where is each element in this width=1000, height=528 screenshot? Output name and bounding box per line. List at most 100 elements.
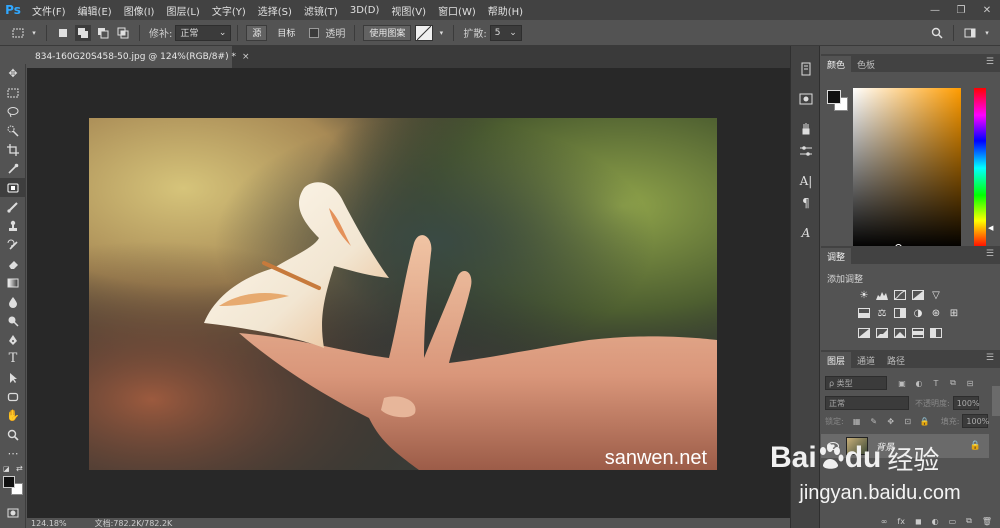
exposure-icon[interactable]	[909, 288, 927, 302]
swap-colors-icon[interactable]: ⇄	[16, 464, 23, 473]
paragraph-panel-icon[interactable]: ¶	[791, 192, 821, 214]
glyphs-panel-icon[interactable]: A	[791, 222, 821, 244]
menu-image[interactable]: 图像(I)	[118, 3, 161, 18]
hand-tool-icon[interactable]: ✋	[0, 406, 26, 425]
photo-filter-icon[interactable]: ◑	[909, 306, 927, 320]
tab-adjustments[interactable]: 调整	[821, 248, 852, 264]
blur-tool-icon[interactable]	[0, 292, 26, 311]
hue-slider[interactable]	[974, 88, 986, 248]
source-button[interactable]: 源	[246, 24, 268, 41]
patch-tool-preset-icon[interactable]	[10, 25, 26, 41]
brush-panel-icon[interactable]	[791, 118, 821, 140]
menu-help[interactable]: 帮助(H)	[482, 3, 529, 18]
panel-menu-icon[interactable]: ☰	[986, 57, 994, 67]
eyedropper-tool-icon[interactable]	[0, 159, 26, 178]
fill-input[interactable]: 100%	[962, 414, 989, 428]
zoom-level[interactable]: 124.18%	[31, 519, 67, 528]
menu-edit[interactable]: 编辑(E)	[72, 3, 118, 18]
tab-paths[interactable]: 路径	[881, 352, 911, 368]
levels-icon[interactable]	[873, 288, 891, 302]
tab-channels[interactable]: 通道	[851, 352, 881, 368]
lasso-tool-icon[interactable]	[0, 102, 26, 121]
close-icon[interactable]: ×	[242, 52, 250, 62]
color-lookup-icon[interactable]: ⊞	[945, 306, 963, 320]
posterize-icon[interactable]	[873, 326, 891, 340]
vibrance-icon[interactable]: ▽	[927, 288, 945, 302]
tab-color[interactable]: 颜色	[821, 56, 852, 72]
channel-mixer-icon[interactable]: ⊛	[927, 306, 945, 320]
move-tool-icon[interactable]: ✥	[0, 64, 26, 83]
eraser-tool-icon[interactable]	[0, 254, 26, 273]
minimize-button[interactable]: —	[922, 0, 948, 20]
add-mask-icon[interactable]: ◼	[915, 517, 922, 526]
layers-scrollbar[interactable]	[992, 386, 1000, 416]
more-tools-icon[interactable]: ⋯	[0, 444, 26, 463]
lock-position-icon[interactable]: ✥	[884, 415, 898, 427]
canvas-area[interactable]: sanwen.net	[27, 68, 790, 518]
marquee-tool-icon[interactable]	[0, 83, 26, 102]
hue-slider-handle-icon[interactable]: ◀	[988, 224, 993, 232]
clone-stamp-tool-icon[interactable]	[0, 216, 26, 235]
default-colors-icon[interactable]: ◪	[3, 465, 10, 473]
pixel-filter-icon[interactable]: ▣	[895, 377, 909, 389]
history-panel-icon[interactable]	[791, 58, 821, 80]
chevron-down-icon[interactable]: ▾	[437, 25, 445, 41]
tab-swatches[interactable]: 色板	[851, 56, 881, 72]
hue-saturation-icon[interactable]	[855, 306, 873, 320]
menu-view[interactable]: 视图(V)	[385, 3, 432, 18]
menu-filter[interactable]: 滤镜(T)	[298, 3, 344, 18]
pattern-swatch-icon[interactable]	[415, 24, 434, 41]
menu-select[interactable]: 选择(S)	[252, 3, 298, 18]
intersect-selection-icon[interactable]	[115, 25, 131, 41]
foreground-color-swatch[interactable]	[827, 90, 841, 104]
lock-artboard-icon[interactable]: ⊡	[901, 415, 915, 427]
link-layers-icon[interactable]: ∞	[881, 517, 888, 526]
blend-mode-select[interactable]: 正常	[825, 396, 909, 410]
trash-icon[interactable]: 🗑	[982, 517, 992, 526]
color-field[interactable]	[853, 88, 961, 251]
panel-menu-icon[interactable]: ☰	[986, 249, 994, 259]
path-select-tool-icon[interactable]	[0, 368, 26, 387]
document-tab[interactable]: 834-160G20S458-50.jpg @ 124%(RGB/8#) * ×	[27, 46, 250, 68]
type-filter-icon[interactable]: T	[929, 377, 943, 389]
lock-transparent-icon[interactable]: ▦	[850, 415, 864, 427]
gradient-tool-icon[interactable]	[0, 273, 26, 292]
fx-icon[interactable]: fx	[897, 517, 905, 526]
new-group-icon[interactable]: ▭	[949, 517, 957, 526]
subtract-selection-icon[interactable]	[95, 25, 111, 41]
chevron-down-icon[interactable]: ▾	[982, 25, 992, 41]
gradient-map-icon[interactable]	[909, 326, 927, 340]
character-panel-icon[interactable]: A|	[791, 170, 821, 192]
properties-panel-icon[interactable]	[791, 88, 821, 110]
brush-settings-icon[interactable]	[791, 140, 821, 162]
use-pattern-button[interactable]: 使用图案	[363, 24, 412, 41]
patch-tool-icon[interactable]	[0, 178, 26, 197]
brush-tool-icon[interactable]	[0, 197, 26, 216]
smart-object-filter-icon[interactable]: ⊟	[963, 377, 977, 389]
chevron-down-icon[interactable]: ▾	[30, 25, 38, 41]
pen-tool-icon[interactable]	[0, 330, 26, 349]
brightness-icon[interactable]: ☀	[855, 288, 873, 302]
new-layer-icon[interactable]: ⧉	[966, 516, 972, 526]
shape-tool-icon[interactable]	[0, 387, 26, 406]
selective-color-icon[interactable]	[927, 326, 945, 340]
repair-mode-select[interactable]: 正常 ⌄	[175, 24, 232, 41]
new-selection-icon[interactable]	[55, 25, 71, 41]
new-adjustment-icon[interactable]: ◐	[932, 517, 939, 526]
menu-window[interactable]: 窗口(W)	[432, 3, 482, 18]
zoom-tool-icon[interactable]	[0, 425, 26, 444]
history-brush-tool-icon[interactable]	[0, 235, 26, 254]
close-button[interactable]: ✕	[974, 0, 1000, 20]
lock-all-icon[interactable]: 🔒	[918, 415, 932, 427]
quick-mask-icon[interactable]	[0, 503, 26, 522]
menu-3d[interactable]: 3D(D)	[344, 5, 386, 16]
shape-filter-icon[interactable]: ⧉	[946, 377, 960, 389]
lock-pixels-icon[interactable]: ✎	[867, 415, 881, 427]
workspace-icon[interactable]	[962, 25, 978, 41]
lock-icon[interactable]: 🔒	[970, 441, 981, 451]
search-icon[interactable]	[929, 25, 945, 41]
dodge-tool-icon[interactable]	[0, 311, 26, 330]
opacity-input[interactable]: 100%	[952, 396, 980, 410]
adjustment-filter-icon[interactable]: ◐	[912, 377, 926, 389]
layer-kind-filter[interactable]: ρ 类型	[825, 376, 887, 390]
